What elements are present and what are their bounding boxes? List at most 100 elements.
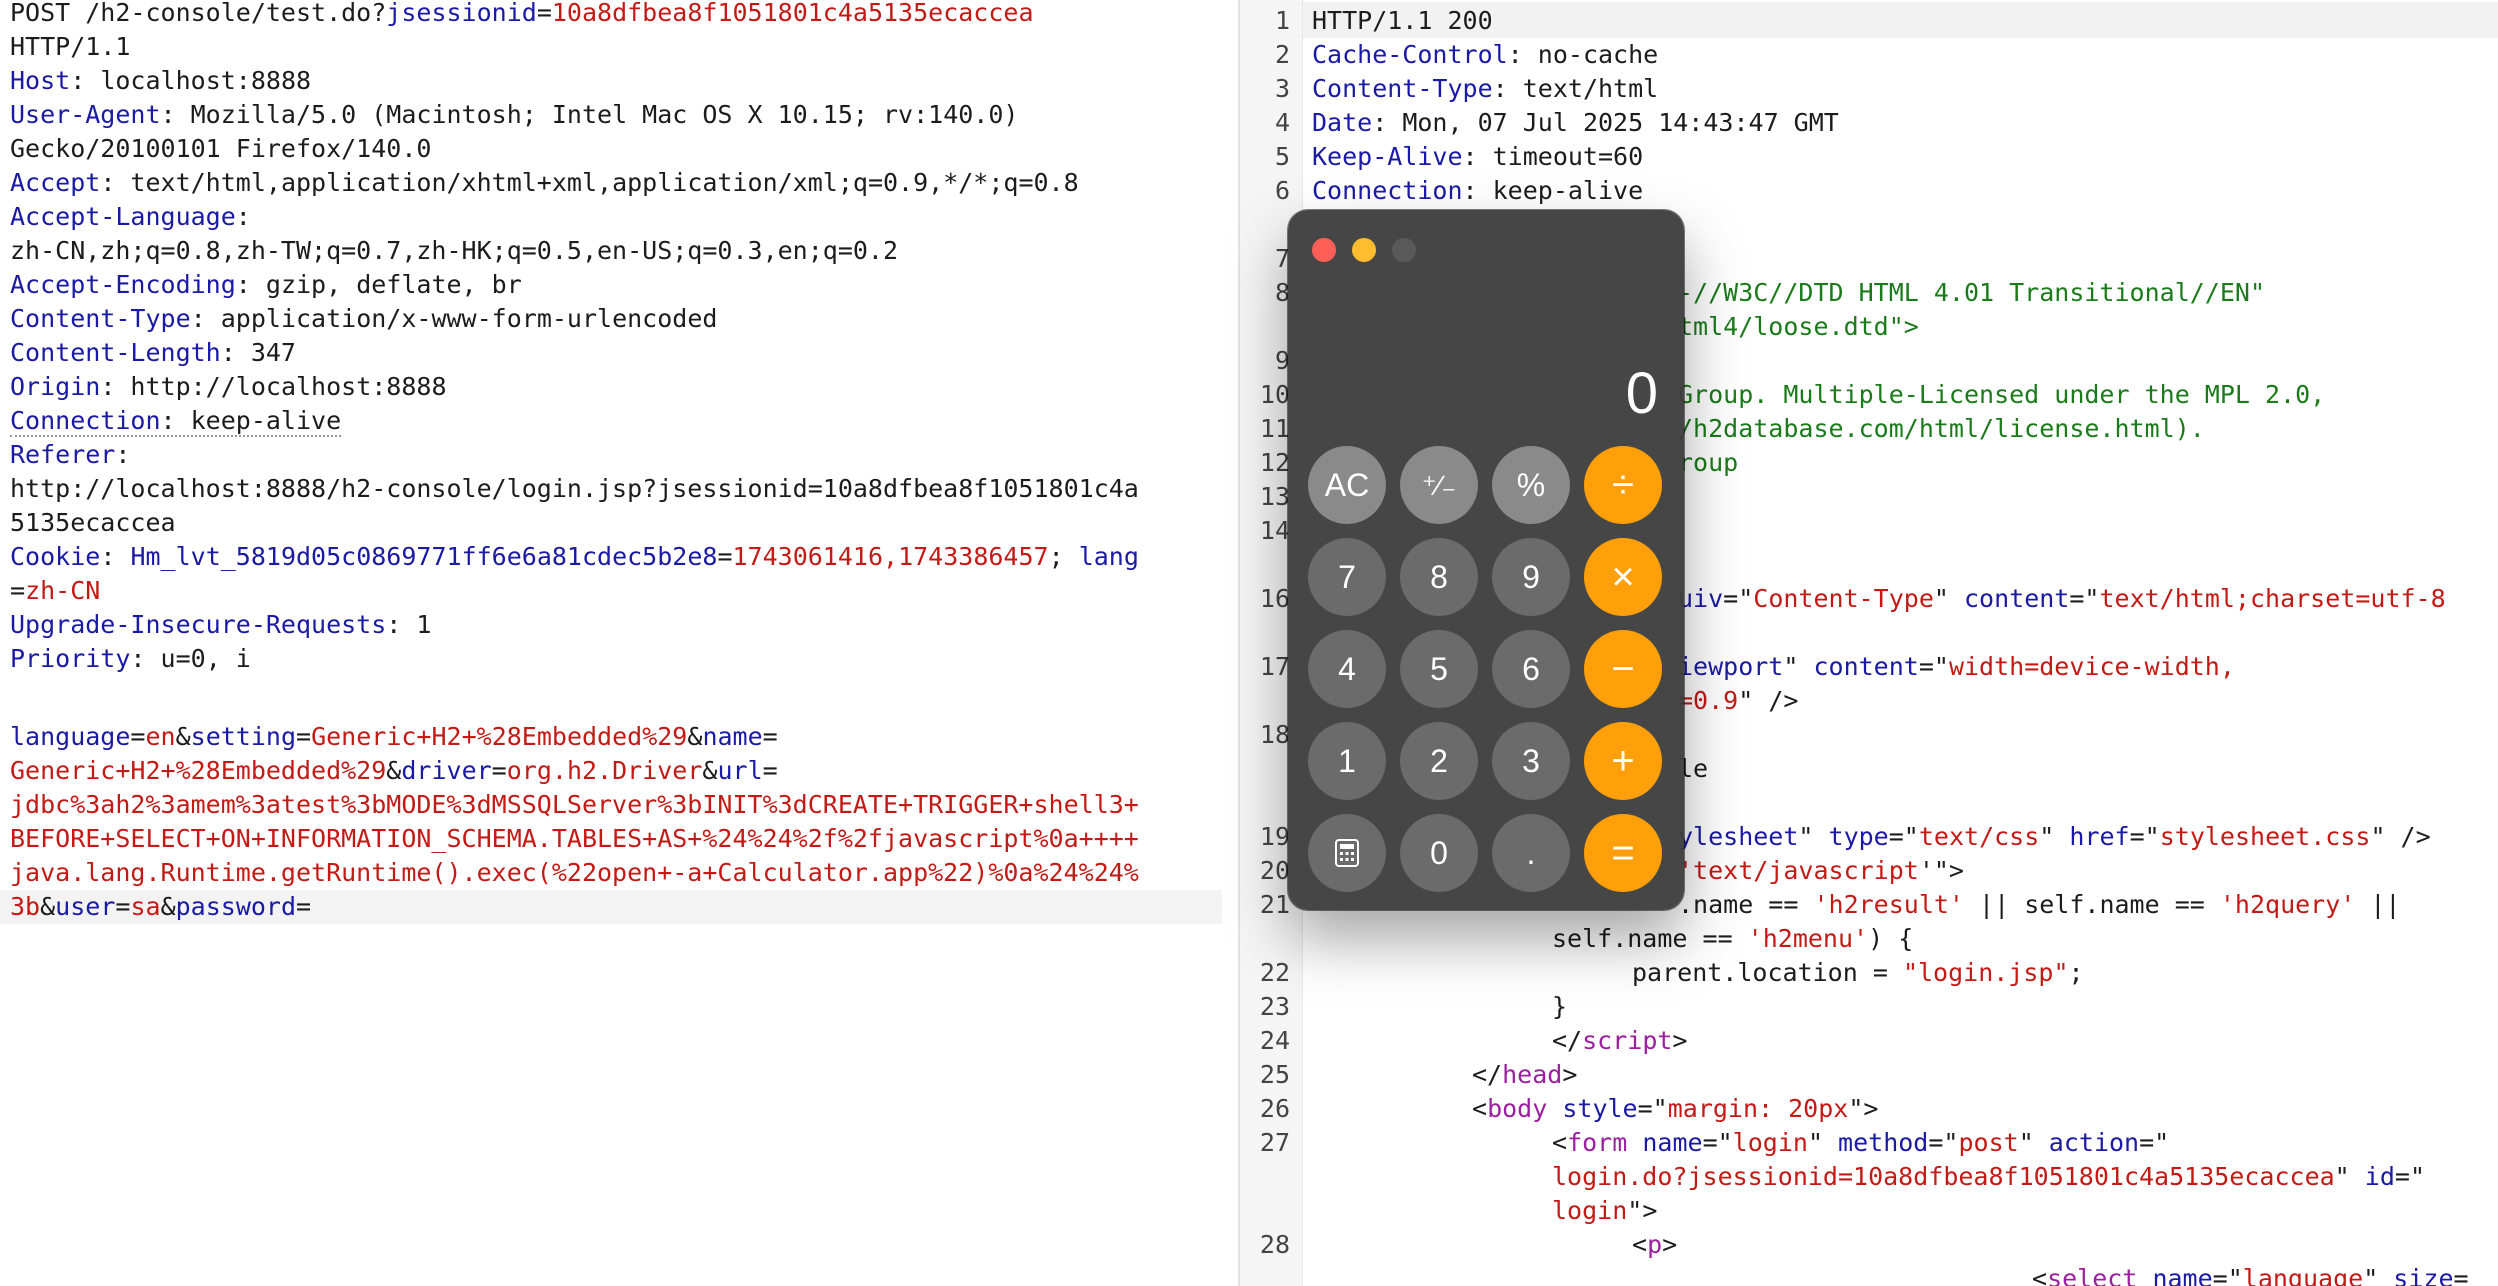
- header-key: Content-Type: [10, 304, 191, 333]
- header-value: application/x-www-form-urlencoded: [205, 304, 718, 333]
- equals-button[interactable]: =: [1584, 814, 1662, 892]
- punct: =": [2394, 1162, 2425, 1191]
- calculator-mode-button[interactable]: [1308, 814, 1386, 892]
- header-value: gzip, deflate, br: [250, 270, 522, 299]
- ampersand: &: [175, 722, 191, 751]
- js-line: parent.location = "login.jsp";: [1632, 956, 2084, 990]
- percent-button[interactable]: %: [1492, 446, 1570, 524]
- punct: <: [1552, 1128, 1568, 1157]
- decimal-button[interactable]: .: [1492, 814, 1570, 892]
- tag-name: form: [1567, 1128, 1628, 1157]
- header-value: 1: [401, 610, 432, 639]
- header-key: Host: [10, 66, 71, 95]
- punct: ": [1807, 1128, 1839, 1157]
- js-line: }: [1552, 992, 1568, 1021]
- punct: ": [1798, 822, 1829, 851]
- multiply-button[interactable]: ×: [1584, 538, 1662, 616]
- digit-1-button[interactable]: 1: [1308, 722, 1386, 800]
- header-key: Date: [1312, 108, 1373, 137]
- line-number: 4: [1274, 108, 1290, 137]
- comment-fragment: roup: [1678, 448, 1739, 477]
- divide-button[interactable]: ÷: [1584, 446, 1662, 524]
- digit-6-button[interactable]: 6: [1492, 630, 1570, 708]
- all-clear-button[interactable]: AC: [1308, 446, 1386, 524]
- zoom-button[interactable]: [1392, 238, 1416, 262]
- colon: :: [100, 372, 116, 401]
- digit-4-button[interactable]: 4: [1308, 630, 1386, 708]
- header-value: Mozilla/5.0 (Macintosh; Intel Mac OS X 1…: [175, 100, 1019, 129]
- param-key: jsessionid: [386, 0, 537, 27]
- header-continuation: zh-CN,zh;q=0.8,zh-TW;q=0.7,zh-HK;q=0.5,e…: [10, 236, 899, 265]
- calculator-icon: [1335, 839, 1359, 867]
- html-line: <select name="language" size=: [2032, 1262, 2469, 1286]
- punct: [2137, 1264, 2152, 1286]
- close-button[interactable]: [1312, 238, 1336, 262]
- line-number: 9: [1274, 346, 1290, 375]
- punct: =": [2069, 584, 2100, 613]
- attr-name: action: [2048, 1128, 2140, 1157]
- minus-button[interactable]: −: [1584, 630, 1662, 708]
- tag-name: body: [1487, 1094, 1548, 1123]
- html-line: <p>: [1632, 1228, 1677, 1262]
- header-content-length: Content-Length: 347: [10, 336, 296, 370]
- punct: >: [1662, 1230, 1678, 1259]
- punct: =": [2212, 1264, 2243, 1286]
- param-key: user: [55, 892, 116, 921]
- colon: :: [1462, 142, 1478, 171]
- cookie-continuation: =zh-CN: [10, 574, 100, 608]
- attr-value: stylesheet.css: [2159, 822, 2371, 851]
- header-value: keep-alive: [175, 406, 342, 435]
- calculator-window[interactable]: 0 AC ⁺∕₋ % ÷ 7 8 9 × 4 5 6 − 1 2 3 + 0 .…: [1288, 210, 1684, 910]
- attr-value: =0.9: [1678, 686, 1739, 715]
- request-editor[interactable]: POST /h2-console/test.do?jsessionid=10a8…: [0, 0, 1238, 1286]
- header-key: Cache-Control: [1312, 40, 1508, 69]
- tag-name: p: [1647, 1230, 1663, 1259]
- param-key: setting: [190, 722, 297, 751]
- colon: :: [100, 542, 116, 571]
- header-key: Accept-Encoding: [10, 270, 236, 299]
- punct: <: [1632, 1230, 1648, 1259]
- header-value: u=0, i: [145, 644, 251, 673]
- body-line: Generic+H2+%28Embedded%29&driver=org.h2.…: [10, 754, 778, 788]
- punct: <: [1472, 1094, 1488, 1123]
- digit-7-button[interactable]: 7: [1308, 538, 1386, 616]
- punct: =": [1723, 584, 1754, 613]
- ampersand: &: [40, 892, 56, 921]
- comment-fragment: /h2database.com/html/license.html).: [1678, 414, 2205, 443]
- param-value: 3b: [10, 892, 41, 921]
- punct: =": [2129, 822, 2160, 851]
- plus-button[interactable]: +: [1584, 722, 1662, 800]
- header-cookie: Cookie: Hm_lvt_5819d05c0869771ff6e6a81cd…: [10, 540, 1139, 574]
- digit-0-button[interactable]: 0: [1400, 814, 1478, 892]
- punct: =": [1888, 822, 1919, 851]
- param-key: name: [702, 722, 763, 751]
- punct: ">: [1627, 1196, 1658, 1225]
- punct: =": [1918, 652, 1949, 681]
- line-number: 19: [1259, 822, 1290, 851]
- header-value: timeout=60: [1477, 142, 1644, 171]
- html-line: <body style="margin: 20px">: [1472, 1092, 1878, 1126]
- attr-value: language: [2242, 1264, 2364, 1286]
- attr-name: size: [2393, 1264, 2454, 1286]
- attr-value: text/html;charset=utf-8: [2099, 584, 2446, 613]
- digit-2-button[interactable]: 2: [1400, 722, 1478, 800]
- punct: [1627, 1128, 1642, 1157]
- header-key: Accept-Language: [10, 202, 236, 231]
- digit-9-button[interactable]: 9: [1492, 538, 1570, 616]
- param-value: Generic+H2+%28Embedded%29: [10, 756, 387, 785]
- punct: >: [1562, 1060, 1578, 1089]
- digit-5-button[interactable]: 5: [1400, 630, 1478, 708]
- digit-3-button[interactable]: 3: [1492, 722, 1570, 800]
- minimize-button[interactable]: [1352, 238, 1376, 262]
- param-value: en: [145, 722, 176, 751]
- header-accept-encoding: Accept-Encoding: gzip, deflate, br: [10, 268, 522, 302]
- attr-name: type: [1828, 822, 1889, 851]
- equals-sign: =: [10, 576, 26, 605]
- header-continuation: http://localhost:8888/h2-console/login.j…: [10, 474, 1139, 503]
- body-line: 3b&user=sa&password=: [10, 890, 311, 924]
- plus-minus-button[interactable]: ⁺∕₋: [1400, 446, 1478, 524]
- line-number: 5: [1274, 142, 1290, 171]
- punct: ": [1783, 652, 1814, 681]
- digit-8-button[interactable]: 8: [1400, 538, 1478, 616]
- line-number: 18: [1259, 720, 1290, 749]
